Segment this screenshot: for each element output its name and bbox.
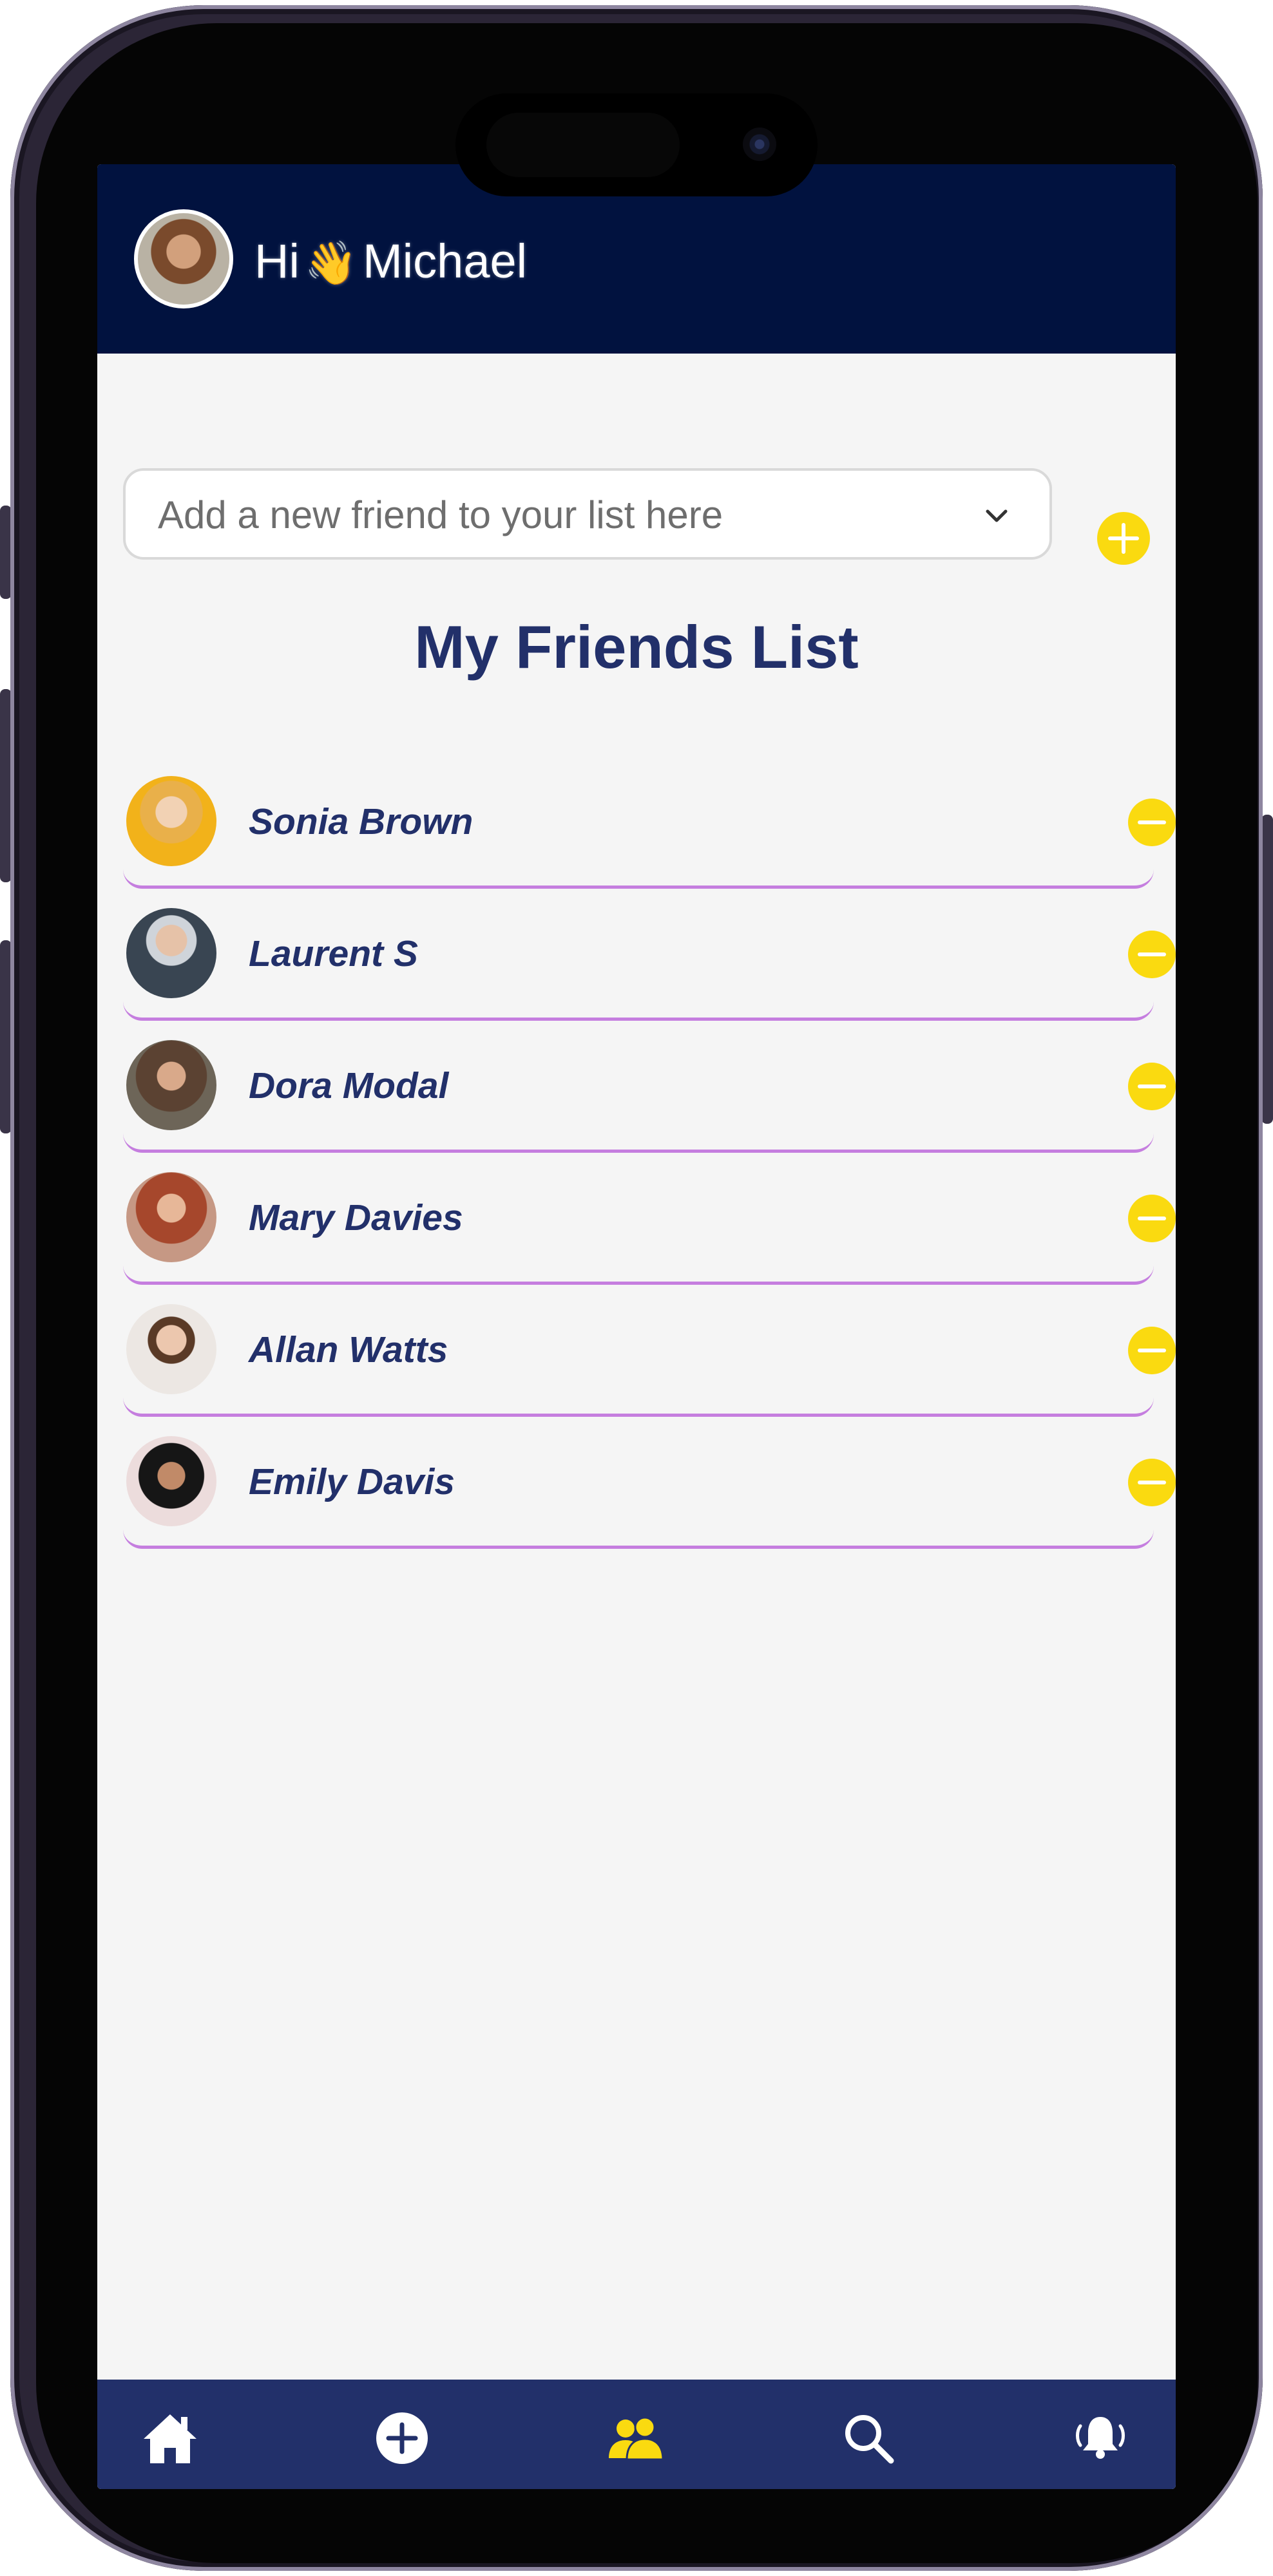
app-screen: Hi 👋 Michael Add a new friend to your list… [97, 164, 1176, 2489]
plus-icon [1108, 523, 1139, 554]
user-avatar[interactable] [134, 209, 233, 308]
friend-avatar [126, 1040, 216, 1130]
minus-icon [1138, 820, 1166, 824]
friend-avatar [126, 908, 216, 998]
friend-name: Allan Watts [249, 1329, 448, 1370]
home-icon [144, 2414, 196, 2463]
friend-row: Emily Davis [123, 1417, 1176, 1549]
chevron-down-icon [986, 509, 1008, 522]
add-friend-select[interactable]: Add a new friend to your list here [123, 468, 1052, 560]
remove-friend-button[interactable] [1128, 799, 1176, 846]
add-friend-placeholder: Add a new friend to your list here [158, 493, 723, 536]
friend-avatar [126, 776, 216, 866]
friend-name: Dora Modal [249, 1065, 449, 1106]
minus-icon [1138, 1217, 1166, 1220]
nav-search[interactable] [839, 2409, 897, 2467]
friend-name: Mary Davies [249, 1197, 463, 1238]
remove-friend-button[interactable] [1128, 931, 1176, 978]
remove-friend-button[interactable] [1128, 1195, 1176, 1242]
nav-home[interactable] [141, 2409, 199, 2467]
friend-row: Sonia Brown [123, 757, 1176, 889]
friend-row: Laurent S [123, 889, 1176, 1021]
bell-ringing-icon [1076, 2417, 1125, 2459]
bottom-nav [97, 2380, 1176, 2489]
minus-icon [1138, 1084, 1166, 1088]
friend-row: Dora Modal [123, 1021, 1176, 1153]
friends-icon [609, 2416, 664, 2461]
add-friend-button[interactable] [1097, 512, 1150, 565]
minus-icon [1138, 952, 1166, 956]
minus-icon [1138, 1481, 1166, 1484]
nav-friends[interactable] [606, 2409, 664, 2467]
greeting-prefix: Hi [254, 234, 300, 288]
side-button-power [1261, 815, 1273, 1124]
remove-friend-button[interactable] [1128, 1063, 1176, 1110]
search-icon [845, 2415, 894, 2464]
nav-add[interactable] [373, 2409, 431, 2467]
user-name: Michael [363, 234, 528, 288]
friend-list: Sonia Brown Laurent S Dora Modal Mary Da… [123, 757, 1176, 1549]
plus-circle-icon [376, 2412, 428, 2464]
face-id-sensor [486, 113, 680, 177]
dynamic-island [455, 93, 818, 196]
friend-avatar [126, 1436, 216, 1526]
friend-name: Sonia Brown [249, 801, 474, 842]
remove-friend-button[interactable] [1128, 1459, 1176, 1506]
front-camera [743, 128, 776, 161]
friend-avatar [126, 1304, 216, 1394]
friend-name: Emily Davis [249, 1461, 455, 1502]
nav-notifications[interactable] [1071, 2409, 1129, 2467]
friend-name: Laurent S [249, 933, 418, 974]
greeting: Hi 👋 Michael [254, 232, 527, 292]
remove-friend-button[interactable] [1128, 1327, 1176, 1374]
friend-row: Allan Watts [123, 1285, 1176, 1417]
friend-row: Mary Davies [123, 1153, 1176, 1285]
friend-avatar [126, 1172, 216, 1262]
page-title: My Friends List [414, 613, 859, 681]
wave-emoji-icon: 👋 [304, 239, 358, 287]
minus-icon [1138, 1349, 1166, 1352]
